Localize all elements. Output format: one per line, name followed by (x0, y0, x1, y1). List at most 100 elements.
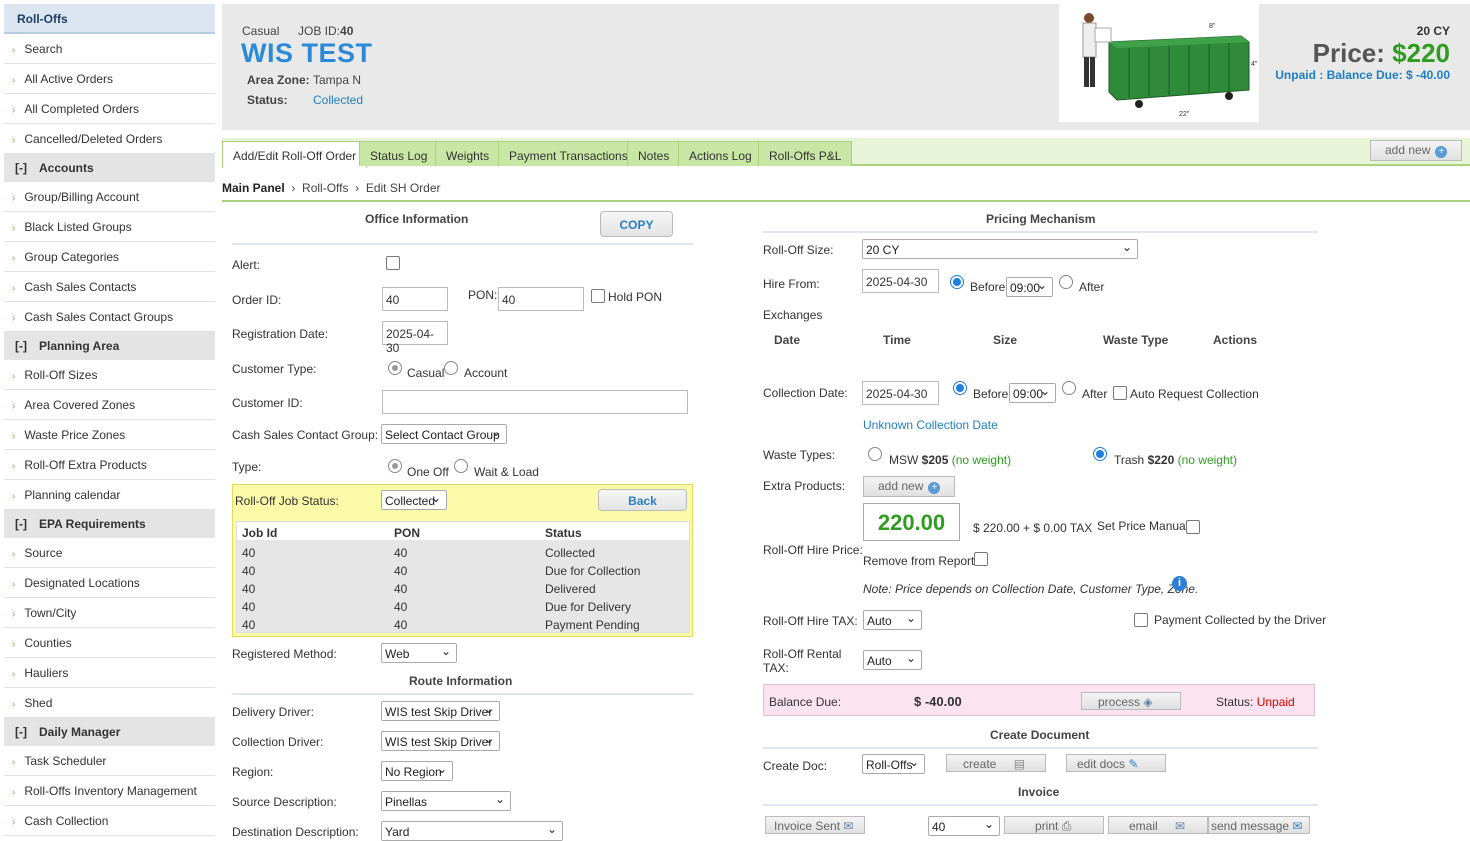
source-description-select[interactable]: Pinellas (381, 791, 511, 811)
tab-payment-transactions[interactable]: Payment Transactions (498, 141, 639, 166)
sidebar-section-epa[interactable]: [-] EPA Requirements (4, 510, 215, 538)
collapse-toggle[interactable]: [-] (15, 161, 27, 175)
breadcrumb-main[interactable]: Main Panel (222, 181, 285, 195)
one-off-radio[interactable] (388, 459, 402, 473)
sidebar-item[interactable]: › All Active Orders (4, 64, 215, 94)
sidebar-item[interactable]: › Roll-Off Extra Products (4, 450, 215, 480)
region-select[interactable]: No Region (381, 761, 453, 781)
sidebar-item[interactable]: › Cash Collection (4, 806, 215, 836)
contact-group-select[interactable]: Select Contact Group (381, 424, 507, 444)
tab-pl[interactable]: Roll-Offs P&L (758, 141, 853, 166)
remove-from-reports-checkbox[interactable] (974, 552, 988, 566)
info-icon[interactable]: i (1172, 576, 1187, 591)
add-extra-product-button[interactable]: add new + (863, 476, 956, 497)
back-button[interactable]: Back (598, 489, 687, 511)
collection-after-radio[interactable] (1062, 381, 1076, 395)
sidebar-item[interactable]: › All Completed Orders (4, 94, 215, 124)
sidebar-section-daily[interactable]: [-] Daily Manager (4, 718, 215, 746)
edit-docs-button[interactable]: edit docs ✎ (1066, 754, 1166, 772)
unknown-collection-date-link[interactable]: Unknown Collection Date (863, 418, 998, 432)
collapse-toggle[interactable]: [-] (15, 725, 27, 739)
sidebar-item[interactable]: › Town/City (4, 598, 215, 628)
account-radio[interactable] (444, 361, 458, 375)
hire-from-date[interactable]: 2025-04-30 (862, 269, 939, 293)
destination-description-select[interactable]: Yard (381, 821, 563, 841)
wait-load-radio[interactable] (454, 459, 468, 473)
hire-before-radio[interactable] (950, 275, 964, 289)
process-button[interactable]: process ◈ (1081, 692, 1181, 710)
hire-tax-select[interactable]: Auto (863, 610, 922, 630)
add-new-button[interactable]: add new + (1370, 140, 1463, 161)
auto-request-checkbox[interactable] (1113, 386, 1127, 400)
rental-tax-select[interactable]: Auto (863, 650, 922, 670)
sidebar-item[interactable]: › Designated Locations (4, 568, 215, 598)
roll-off-size-select[interactable]: 20 CY (862, 239, 1138, 259)
hold-pon-checkbox[interactable] (591, 289, 605, 303)
dim-label: 22" (1179, 111, 1190, 118)
registration-date-input[interactable]: 2025-04-30 (382, 321, 448, 355)
invoice-sent-button[interactable]: Invoice Sent ✉ (765, 816, 865, 834)
account-label: Account (464, 366, 508, 380)
delivery-driver-select[interactable]: WIS test Skip Driver (381, 701, 500, 721)
office-info-title: Office Information (365, 212, 469, 226)
sidebar-item[interactable]: › Black Listed Groups (4, 212, 215, 242)
sidebar-item[interactable]: › Hauliers (4, 658, 215, 688)
sidebar-item[interactable]: › Counties (4, 628, 215, 658)
msw-radio[interactable] (868, 447, 882, 461)
collection-date-input[interactable]: 2025-04-30 (862, 381, 939, 405)
hire-tax-label: Roll-Off Hire TAX: (763, 614, 858, 628)
table-cell: 40 (394, 600, 408, 614)
casual-radio[interactable] (388, 361, 402, 375)
tab-actions-log[interactable]: Actions Log (678, 141, 763, 166)
status-history-table: Job Id PON Status 40 40 Collected 40 40 Due f… (236, 521, 690, 633)
doc-type-select[interactable]: Roll-Offs (862, 754, 925, 774)
sidebar-item[interactable]: › Roll-Offs Inventory Management (4, 776, 215, 806)
tab-weights[interactable]: Weights (435, 141, 501, 166)
hire-after-radio[interactable] (1059, 275, 1073, 289)
tab-status-log[interactable]: Status Log (359, 141, 439, 166)
trash-radio[interactable] (1093, 447, 1107, 461)
sidebar-header[interactable]: Roll-Offs (4, 4, 215, 34)
sidebar-item[interactable]: › Planning calendar (4, 480, 215, 510)
copy-button[interactable]: COPY (600, 211, 673, 237)
sidebar-item[interactable]: › Waste Price Zones (4, 420, 215, 450)
sidebar-item[interactable]: › Cancelled/Deleted Orders (4, 124, 215, 154)
tab-notes[interactable]: Notes (627, 141, 681, 166)
sidebar-item[interactable]: › Group Categories (4, 242, 215, 272)
breadcrumb-rolloffs[interactable]: Roll-Offs (302, 181, 348, 195)
send-message-button[interactable]: send message ✉ (1208, 816, 1310, 834)
invoice-number-select[interactable]: 40 (928, 816, 1000, 836)
tab-add-edit[interactable]: Add/Edit Roll-Off Order (222, 141, 368, 168)
sidebar-item[interactable]: › Roll-Off Sizes (4, 360, 215, 390)
create-doc-button[interactable]: create ▤ (946, 754, 1046, 772)
driver-payment-checkbox[interactable] (1134, 613, 1148, 627)
collapse-toggle[interactable]: [-] (15, 517, 27, 531)
sidebar-item[interactable]: › Search (4, 34, 215, 64)
job-status-select[interactable]: Collected (381, 490, 447, 510)
sidebar-item[interactable]: › Area Covered Zones (4, 390, 215, 420)
sidebar-item[interactable]: › Cash Sales Contacts (4, 272, 215, 302)
order-id-input[interactable]: 40 (382, 287, 448, 311)
sidebar-item-label: Hauliers (24, 666, 69, 680)
wait-load-label: Wait & Load (474, 465, 539, 479)
collection-before-radio[interactable] (953, 381, 967, 395)
sidebar-section-planning[interactable]: [-] Planning Area (4, 332, 215, 360)
sidebar-item[interactable]: › Group/Billing Account (4, 182, 215, 212)
collection-driver-select[interactable]: WIS test Skip Driver (381, 731, 500, 751)
sidebar-section-accounts[interactable]: [-] Accounts (4, 154, 215, 182)
alert-checkbox[interactable] (386, 256, 400, 270)
print-button[interactable]: print ⎙ (1004, 816, 1104, 834)
registered-method-select[interactable]: Web (381, 643, 457, 663)
email-button[interactable]: email ✉ (1108, 816, 1208, 834)
customer-id-input[interactable] (382, 390, 688, 414)
collection-time-select[interactable]: 09:00 (1009, 383, 1056, 403)
hire-time-select[interactable]: 09:00 (1006, 277, 1053, 297)
sidebar-item[interactable]: › Cash Sales Contact Groups (4, 302, 215, 332)
sidebar-item[interactable]: › Source (4, 538, 215, 568)
set-price-manually-checkbox[interactable] (1186, 520, 1200, 534)
sidebar-item[interactable]: › Task Scheduler (4, 746, 215, 776)
chevron-right-icon: › (12, 669, 16, 680)
pon-input[interactable]: 40 (498, 287, 584, 311)
collapse-toggle[interactable]: [-] (15, 339, 27, 353)
sidebar-item[interactable]: › Shed (4, 688, 215, 718)
